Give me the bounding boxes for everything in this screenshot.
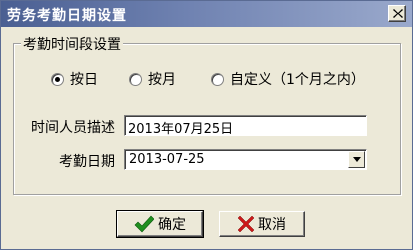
close-icon [393, 9, 403, 18]
radio-by-month[interactable]: 按月 [129, 71, 176, 88]
checkmark-icon [134, 215, 154, 233]
radio-button-checked[interactable] [51, 72, 64, 86]
radio-button[interactable] [211, 72, 224, 86]
groupbox-legend: 考勤时间段设置 [21, 34, 123, 54]
cross-icon [238, 216, 254, 232]
description-label: 时间人员描述 [31, 120, 115, 136]
cancel-button-label: 取消 [258, 217, 286, 233]
cancel-button[interactable]: 取消 [219, 211, 305, 237]
description-input[interactable]: 2013年07月25日 [124, 115, 367, 136]
radio-label: 自定义（1个月之内） [230, 72, 365, 88]
date-select-value: 2013-07-25 [129, 152, 205, 167]
date-select[interactable]: 2013-07-25 [124, 149, 367, 170]
radio-button[interactable] [129, 72, 142, 86]
window-title: 劳务考勤日期设置 [7, 8, 127, 24]
dropdown-button[interactable] [348, 151, 365, 168]
ok-button-label: 确定 [158, 217, 186, 233]
close-button[interactable] [388, 5, 406, 22]
chevron-down-icon [353, 157, 361, 162]
dialog-window: 劳务考勤日期设置 考勤时间段设置 按日 按月 自定义（1个月之内） 时间人员描述… [0, 0, 413, 250]
radio-by-day[interactable]: 按日 [51, 71, 98, 88]
radio-label: 按日 [70, 72, 98, 88]
radio-custom[interactable]: 自定义（1个月之内） [211, 71, 365, 88]
date-label: 考勤日期 [59, 154, 115, 170]
radio-label: 按月 [148, 72, 176, 88]
title-bar[interactable]: 劳务考勤日期设置 [1, 1, 412, 27]
ok-button[interactable]: 确定 [116, 210, 204, 238]
